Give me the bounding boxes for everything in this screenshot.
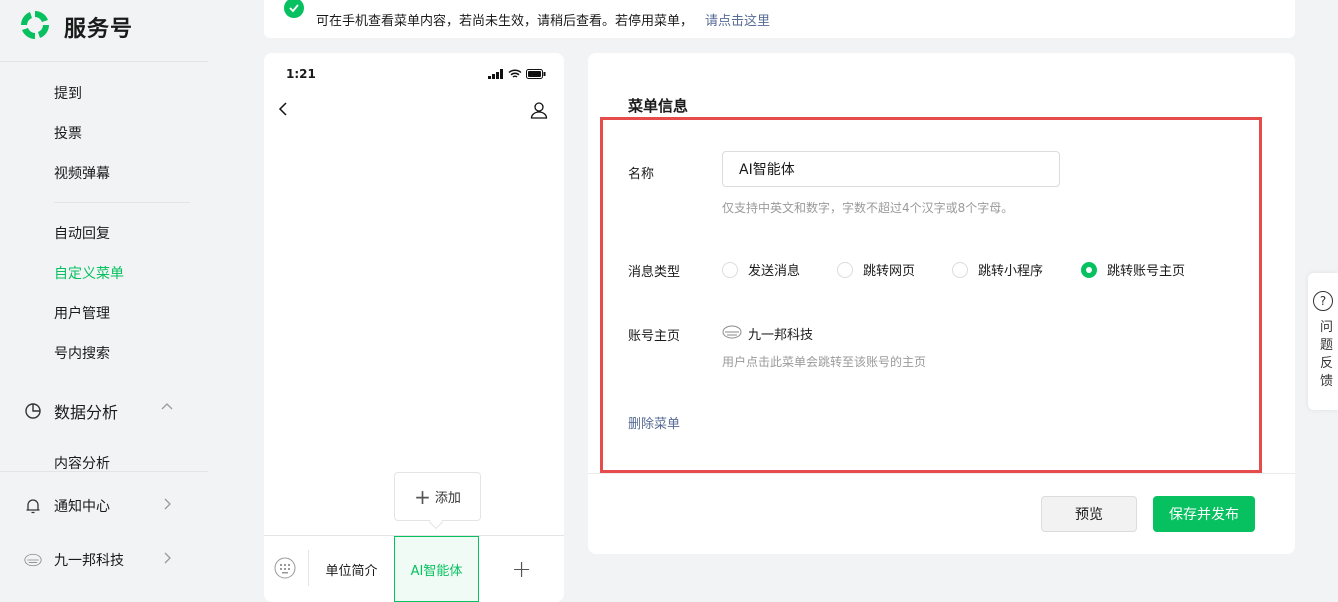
sidebar-item-account-search[interactable]: 号内搜索 xyxy=(54,343,110,363)
sidebar-group-label: 数据分析 xyxy=(54,403,119,422)
sidebar-item-account[interactable]: 九一邦科技 xyxy=(24,550,124,570)
question-icon: ? xyxy=(1313,291,1333,311)
chevron-up-icon[interactable] xyxy=(160,400,174,418)
signal-icon xyxy=(488,67,504,83)
radio-label: 发送消息 xyxy=(748,264,801,279)
phone-menu-bar: 单位简介 AI智能体 + xyxy=(264,535,564,602)
feedback-label: 问题反馈 xyxy=(1320,320,1334,389)
notice-text: 可在手机查看菜单内容，若尚未生效，请稍后查看。若停用菜单， xyxy=(316,13,694,29)
menu-name-input[interactable] xyxy=(722,151,1060,187)
sidebar-divider xyxy=(54,202,190,203)
check-circle-icon xyxy=(284,0,304,18)
brand[interactable]: 服务号 xyxy=(18,8,133,46)
radio-jump-account-homepage[interactable]: 跳转账号主页 xyxy=(1081,260,1185,279)
radio-jump-miniprogram[interactable]: 跳转小程序 xyxy=(952,260,1043,279)
radio-label: 跳转账号主页 xyxy=(1107,264,1186,279)
homepage-hint: 用户点击此菜单会跳转至该账号的主页 xyxy=(722,355,927,369)
save-publish-button[interactable]: 保存并发布 xyxy=(1153,496,1255,532)
sidebar-group-data-analysis[interactable]: 数据分析 xyxy=(24,399,118,423)
keyboard-icon[interactable] xyxy=(274,554,296,586)
sidebar-item-mentions[interactable]: 提到 xyxy=(54,83,82,103)
notice-link[interactable]: 请点击这里 xyxy=(705,10,770,29)
profile-icon[interactable] xyxy=(530,101,548,123)
chevron-right-icon[interactable] xyxy=(160,551,174,569)
add-submenu-label: 添加 xyxy=(434,491,461,506)
delete-menu-link[interactable]: 删除菜单 xyxy=(628,413,680,432)
back-arrow-icon[interactable] xyxy=(278,101,288,121)
sidebar-item-label: 通知中心 xyxy=(54,499,110,515)
sidebar: 服务号 提到 投票 视频弹幕 自动回复 自定义菜单 用户管理 号内搜索 数据分析… xyxy=(0,0,208,602)
sidebar-item-content-analysis[interactable]: 内容分析 xyxy=(54,453,110,473)
brand-logo-icon xyxy=(18,8,52,46)
sidebar-divider xyxy=(0,471,208,472)
radio-circle xyxy=(722,261,738,278)
radio-circle xyxy=(837,261,853,278)
radio-jump-webpage[interactable]: 跳转网页 xyxy=(837,260,915,279)
sidebar-item-vote[interactable]: 投票 xyxy=(54,123,82,143)
bell-icon xyxy=(24,497,42,515)
phone-preview: 1:21 + 添加 单位简介 AI智能体 + xyxy=(264,53,564,602)
radio-circle xyxy=(952,261,968,278)
add-submenu-button[interactable]: + 添加 xyxy=(394,472,481,521)
brand-name: 服务号 xyxy=(64,17,134,42)
sidebar-item-auto-reply[interactable]: 自动回复 xyxy=(54,223,110,243)
sidebar-item-user-management[interactable]: 用户管理 xyxy=(54,303,110,323)
pie-chart-icon xyxy=(24,402,42,420)
menu-item-unit-intro[interactable]: 单位简介 xyxy=(309,536,394,602)
section-title: 菜单信息 xyxy=(628,97,689,115)
sidebar-item-notification-center[interactable]: 通知中心 xyxy=(24,496,110,516)
radio-send-message[interactable]: 发送消息 xyxy=(722,260,800,279)
name-label: 名称 xyxy=(628,167,655,182)
status-icons xyxy=(488,67,546,83)
preview-button[interactable]: 预览 xyxy=(1041,496,1137,532)
plus-icon: + xyxy=(414,484,431,509)
account-avatar-icon xyxy=(24,551,42,569)
message-type-label: 消息类型 xyxy=(628,265,681,280)
notice-bar: 可在手机查看菜单内容，若尚未生效，请稍后查看。若停用菜单， 请点击这里 xyxy=(264,0,1295,38)
feedback-button[interactable]: ? 问题反馈 xyxy=(1308,273,1338,410)
sidebar-item-custom-menu[interactable]: 自定义菜单 xyxy=(54,263,124,283)
account-avatar-icon xyxy=(722,325,742,343)
account-homepage-label: 账号主页 xyxy=(628,329,681,344)
battery-icon xyxy=(526,67,546,83)
footer-divider xyxy=(588,473,1295,474)
radio-label: 跳转小程序 xyxy=(978,264,1044,279)
account-info: 九一邦科技 xyxy=(722,324,813,343)
radio-label: 跳转网页 xyxy=(863,264,916,279)
menu-editor-panel: 菜单信息 名称 仅支持中英文和数字，字数不超过4个汉字或8个字母。 消息类型 发… xyxy=(588,53,1295,554)
account-name: 九一邦科技 xyxy=(748,328,814,343)
radio-circle xyxy=(1081,261,1097,278)
wifi-icon xyxy=(508,67,522,83)
brand-divider xyxy=(0,61,208,62)
sidebar-item-video-danmaku[interactable]: 视频弹幕 xyxy=(54,163,110,183)
menu-item-ai-agent[interactable]: AI智能体 xyxy=(394,536,479,602)
status-time: 1:21 xyxy=(286,67,316,81)
chevron-right-icon[interactable] xyxy=(160,497,174,515)
sidebar-item-label: 九一邦科技 xyxy=(54,553,124,569)
add-menu-button[interactable]: + xyxy=(479,536,564,602)
name-hint: 仅支持中英文和数字，字数不超过4个汉字或8个字母。 xyxy=(722,201,1014,215)
